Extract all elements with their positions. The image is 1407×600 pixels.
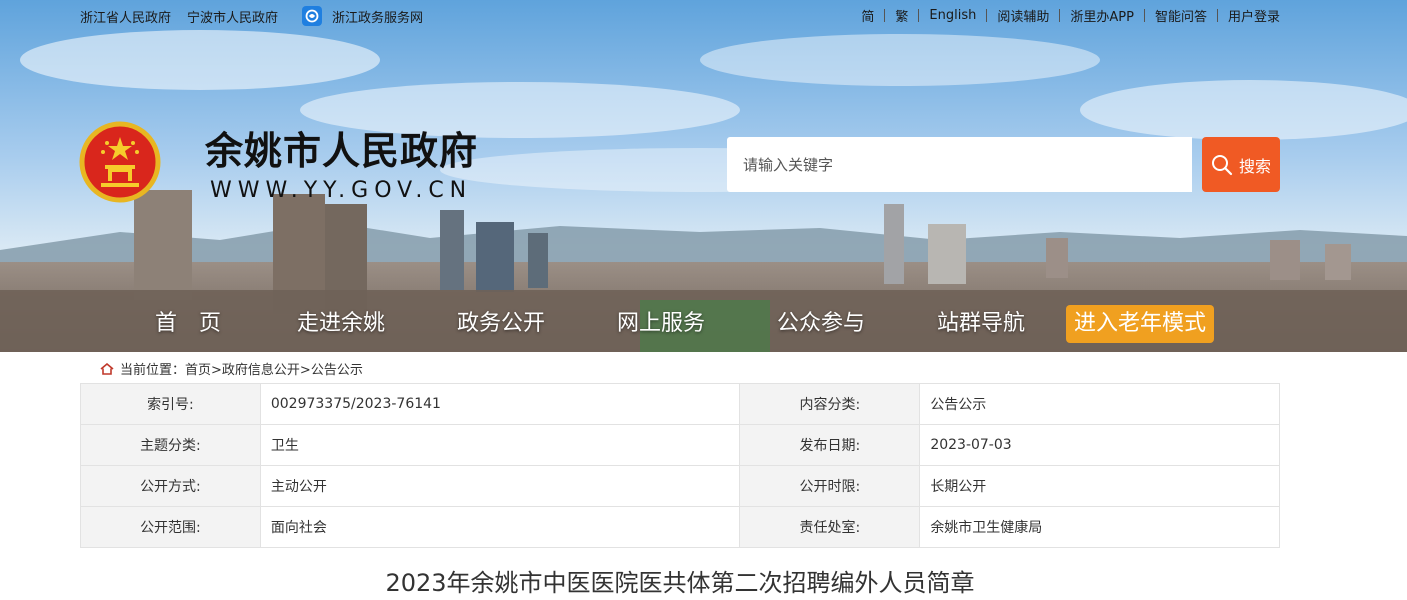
table-row: 索引号: 002973375/2023-76141 内容分类: 公告公示 — [80, 383, 1280, 425]
link-traditional[interactable]: 繁 — [895, 6, 908, 25]
top-links-left: 浙江省人民政府 宁波市人民政府 浙江政务服务网 — [80, 6, 439, 26]
disclosure-method-value: 主动公开 — [259, 465, 741, 507]
link-ningbo-gov[interactable]: 宁波市人民政府 — [187, 7, 278, 26]
link-zhejiang-gov[interactable]: 浙江省人民政府 — [80, 7, 171, 26]
nav-item-online-service[interactable]: 网上服务 — [617, 304, 705, 344]
city-skyline-image — [0, 0, 1407, 352]
header-banner: 浙江省人民政府 宁波市人民政府 浙江政务服务网 简 繁 English 阅读辅助… — [0, 0, 1407, 352]
nav-item-home[interactable]: 首 页 — [155, 304, 221, 344]
breadcrumb-home[interactable]: 首页> — [185, 359, 222, 378]
search-icon — [1211, 154, 1233, 175]
zhejiang-service-logo-icon — [302, 6, 323, 26]
topic-category-value: 卫生 — [259, 424, 741, 466]
search-button[interactable]: 搜索 — [1202, 137, 1280, 192]
table-row: 主题分类: 卫生 发布日期: 2023-07-03 — [80, 424, 1280, 466]
article-title: 2023年余姚市中医医院医共体第二次招聘编外人员简章 — [385, 569, 975, 597]
breadcrumb-announcement[interactable]: 公告公示 — [311, 359, 363, 378]
topic-category-label: 主题分类: — [80, 424, 261, 466]
national-emblem-icon — [79, 121, 161, 203]
divider — [1059, 9, 1061, 22]
search-input[interactable] — [727, 137, 1192, 192]
index-number-value: 002973375/2023-76141 — [259, 383, 741, 425]
publish-date-label: 发布日期: — [739, 424, 921, 466]
divider — [884, 9, 886, 22]
divider — [1216, 9, 1218, 22]
nav-item-site-navigation[interactable]: 站群导航 — [937, 304, 1025, 344]
disclosure-period-label: 公开时限: — [739, 465, 921, 507]
home-icon — [100, 362, 114, 375]
link-simplified[interactable]: 简 — [861, 6, 874, 25]
breadcrumb-gov-info[interactable]: 政府信息公开> — [222, 359, 311, 378]
search-button-label: 搜索 — [1238, 158, 1271, 176]
divider — [986, 9, 988, 22]
link-smart-qa[interactable]: 智能问答 — [1155, 6, 1207, 25]
content-category-value: 公告公示 — [919, 383, 1280, 425]
disclosure-scope-value: 面向社会 — [259, 506, 741, 548]
link-zheliban-app[interactable]: 浙里办APP — [1070, 6, 1134, 25]
nav-item-gov-affairs[interactable]: 政务公开 — [457, 304, 545, 344]
breadcrumb: 当前位置： 首页> 政府信息公开> 公告公示 — [100, 359, 363, 378]
top-links-right: 简 繁 English 阅读辅助 浙里办APP 智能问答 用户登录 — [861, 6, 1280, 25]
publish-date-value: 2023-07-03 — [919, 424, 1280, 466]
nav-item-about-yuyao[interactable]: 走进余姚 — [297, 304, 385, 344]
site-title: 余姚市人民政府 — [205, 129, 479, 173]
divider — [918, 9, 920, 22]
link-reading-aid[interactable]: 阅读辅助 — [997, 6, 1049, 25]
link-zhejiang-service[interactable]: 浙江政务服务网 — [332, 7, 423, 26]
responsible-office-value: 余姚市卫生健康局 — [919, 506, 1280, 548]
breadcrumb-prefix: 当前位置： — [120, 363, 186, 378]
disclosure-method-label: 公开方式: — [80, 465, 261, 507]
elder-mode-button[interactable]: 进入老年模式 — [1066, 305, 1215, 343]
document-info-table: 索引号: 002973375/2023-76141 内容分类: 公告公示 主题分… — [80, 383, 1280, 548]
table-row: 公开范围: 面向社会 责任处室: 余姚市卫生健康局 — [80, 506, 1280, 548]
table-row: 公开方式: 主动公开 公开时限: 长期公开 — [80, 465, 1280, 507]
responsible-office-label: 责任处室: — [739, 506, 921, 548]
disclosure-period-value: 长期公开 — [919, 465, 1280, 507]
index-number-label: 索引号: — [80, 383, 261, 425]
site-url: WWW.YY.GOV.CN — [210, 178, 473, 203]
divider — [1143, 9, 1145, 22]
link-english[interactable]: English — [929, 8, 976, 23]
nav-item-public-participation[interactable]: 公众参与 — [777, 304, 865, 344]
disclosure-scope-label: 公开范围: — [80, 506, 261, 548]
link-user-login[interactable]: 用户登录 — [1228, 6, 1280, 25]
content-category-label: 内容分类: — [739, 383, 921, 425]
